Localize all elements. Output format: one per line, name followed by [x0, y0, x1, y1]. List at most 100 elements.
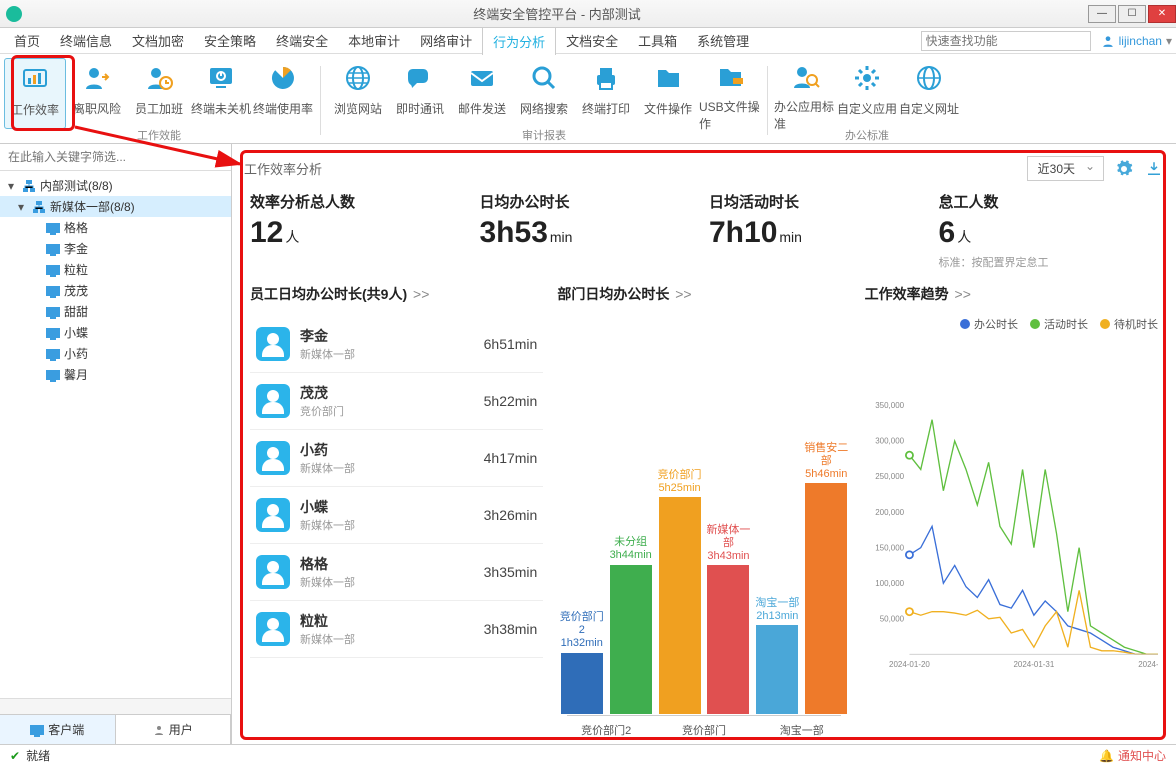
bar: 淘宝一部2h13min	[753, 597, 802, 714]
download-icon[interactable]	[1144, 159, 1164, 179]
ribbon-item[interactable]: 终端打印	[575, 58, 637, 129]
ribbon-item[interactable]: 工作效率	[4, 58, 66, 129]
tab-user[interactable]: 用户	[116, 715, 232, 744]
close-button[interactable]: ✕	[1148, 5, 1176, 23]
tree-group[interactable]: ▾ 新媒体一部(8/8)	[0, 196, 231, 217]
date-range-select[interactable]: 近30天	[1027, 156, 1104, 181]
ribbon-item[interactable]: 终端未关机	[190, 58, 252, 129]
ribbon-icon	[143, 62, 175, 94]
tab-client[interactable]: 客户端	[0, 715, 116, 744]
menu-tab[interactable]: 文档加密	[122, 27, 194, 55]
summary-card: 日均活动时长7h10min	[709, 191, 929, 270]
ribbon-icon	[714, 62, 746, 92]
page-title: 工作效率分析	[244, 159, 322, 178]
svg-text:2024-02-11: 2024-02-11	[1138, 660, 1158, 669]
employee-row[interactable]: 粒粒新媒体一部3h38min	[250, 601, 543, 658]
ribbon-item[interactable]: 网络搜索	[513, 58, 575, 129]
menu-tab[interactable]: 安全策略	[194, 27, 266, 55]
menu-tab[interactable]: 文档安全	[556, 27, 628, 55]
pc-icon	[46, 244, 60, 254]
ribbon-item[interactable]: 员工加班	[128, 58, 190, 129]
main-content: 工作效率分析 近30天 效率分析总人数12人日均办公时长3h53min日均活动时…	[232, 144, 1176, 744]
ribbon-icon	[590, 62, 622, 94]
tree-member[interactable]: 格格	[0, 217, 231, 238]
ribbon-group-label: 工作效能	[4, 127, 314, 143]
avatar-icon	[256, 441, 290, 475]
pc-icon	[46, 349, 60, 359]
svg-text:150,000: 150,000	[875, 543, 904, 552]
notification-center[interactable]: 🔔 通知中心	[1099, 747, 1166, 764]
pc-icon	[46, 265, 60, 275]
pc-icon	[46, 223, 60, 233]
client-icon	[30, 725, 44, 735]
pc-icon	[46, 328, 60, 338]
svg-text:2024-01-20: 2024-01-20	[889, 660, 930, 669]
ribbon-item[interactable]: 文件操作	[637, 58, 699, 129]
search-input[interactable]	[921, 31, 1091, 51]
menu-tab[interactable]: 首页	[4, 27, 50, 55]
minimize-button[interactable]: —	[1088, 5, 1116, 23]
menu-tab[interactable]: 本地审计	[338, 27, 410, 55]
ribbon-item[interactable]: 办公应用标准	[774, 58, 836, 129]
pc-icon	[46, 286, 60, 296]
user-icon	[1101, 34, 1115, 48]
menu-tab[interactable]: 工具箱	[628, 27, 687, 55]
legend-dot	[1100, 319, 1110, 329]
user-menu[interactable]: lijinchan ▾	[1101, 34, 1172, 48]
menu-tab[interactable]: 系统管理	[687, 27, 759, 55]
bar: 销售安二部5h46min	[802, 442, 851, 714]
menu-tab[interactable]: 终端安全	[266, 27, 338, 55]
ribbon-icon	[81, 62, 113, 94]
menu-tab[interactable]: 网络审计	[410, 27, 482, 55]
tree-member[interactable]: 甜甜	[0, 301, 231, 322]
ribbon-icon	[267, 62, 299, 94]
tree-member[interactable]: 小药	[0, 343, 231, 364]
ribbon-item[interactable]: 自定义应用	[836, 58, 898, 129]
tree-member[interactable]: 李金	[0, 238, 231, 259]
svg-text:2024-01-31: 2024-01-31	[1013, 660, 1054, 669]
summary-card: 效率分析总人数12人	[250, 191, 470, 270]
ribbon-icon	[528, 62, 560, 94]
employee-row[interactable]: 格格新媒体一部3h35min	[250, 544, 543, 601]
summary-card: 怠工人数6人标准：按配置界定怠工	[939, 191, 1159, 270]
pc-icon	[46, 370, 60, 380]
menu-tab[interactable]: 终端信息	[50, 27, 122, 55]
status-text: 就绪	[26, 747, 50, 764]
ribbon-item[interactable]: 离职风险	[66, 58, 128, 129]
tree-root[interactable]: ▾ 内部测试(8/8)	[0, 175, 231, 196]
tree-member[interactable]: 小蝶	[0, 322, 231, 343]
maximize-button[interactable]: ☐	[1118, 5, 1146, 23]
tree: ▾ 内部测试(8/8)▾ 新媒体一部(8/8) 格格 李金 粒粒 茂茂 甜甜 小…	[0, 171, 231, 698]
ribbon-icon	[404, 62, 436, 94]
gear-icon[interactable]	[1114, 159, 1134, 179]
tree-member[interactable]: 馨月	[0, 364, 231, 385]
tree-member[interactable]: 茂茂	[0, 280, 231, 301]
scrollbar[interactable]	[0, 698, 231, 714]
tree-filter-input[interactable]	[0, 144, 231, 171]
ribbon-item[interactable]: 自定义网址	[898, 58, 960, 129]
tree-member[interactable]: 粒粒	[0, 259, 231, 280]
check-icon: ✔	[10, 749, 20, 763]
ribbon-item[interactable]: 邮件发送	[451, 58, 513, 129]
employee-row[interactable]: 小蝶新媒体一部3h26min	[250, 487, 543, 544]
employee-row[interactable]: 茂茂竞价部门5h22min	[250, 373, 543, 430]
avatar-icon	[256, 612, 290, 646]
ribbon-item[interactable]: 即时通讯	[389, 58, 451, 129]
menu-tab[interactable]: 行为分析	[482, 27, 556, 55]
ribbon-item[interactable]: 终端使用率	[252, 58, 314, 129]
ribbon-icon	[466, 62, 498, 94]
svg-text:300,000: 300,000	[875, 437, 904, 446]
ribbon-item[interactable]: USB文件操作	[699, 58, 761, 129]
legend-dot	[1030, 319, 1040, 329]
avatar-icon	[256, 384, 290, 418]
ribbon-item[interactable]: 浏览网站	[327, 58, 389, 129]
employee-row[interactable]: 小药新媒体一部4h17min	[250, 430, 543, 487]
ribbon-icon	[913, 62, 945, 94]
avatar-icon	[256, 555, 290, 589]
bar: 竞价部门21h32min	[557, 611, 606, 714]
line-chart: 50,000100,000150,000200,000250,000300,00…	[865, 338, 1158, 744]
titlebar: 终端安全管控平台 - 内部测试 — ☐ ✕	[0, 0, 1176, 28]
org-icon	[22, 179, 36, 193]
employee-row[interactable]: 李金新媒体一部6h51min	[250, 316, 543, 373]
avatar-icon	[256, 327, 290, 361]
